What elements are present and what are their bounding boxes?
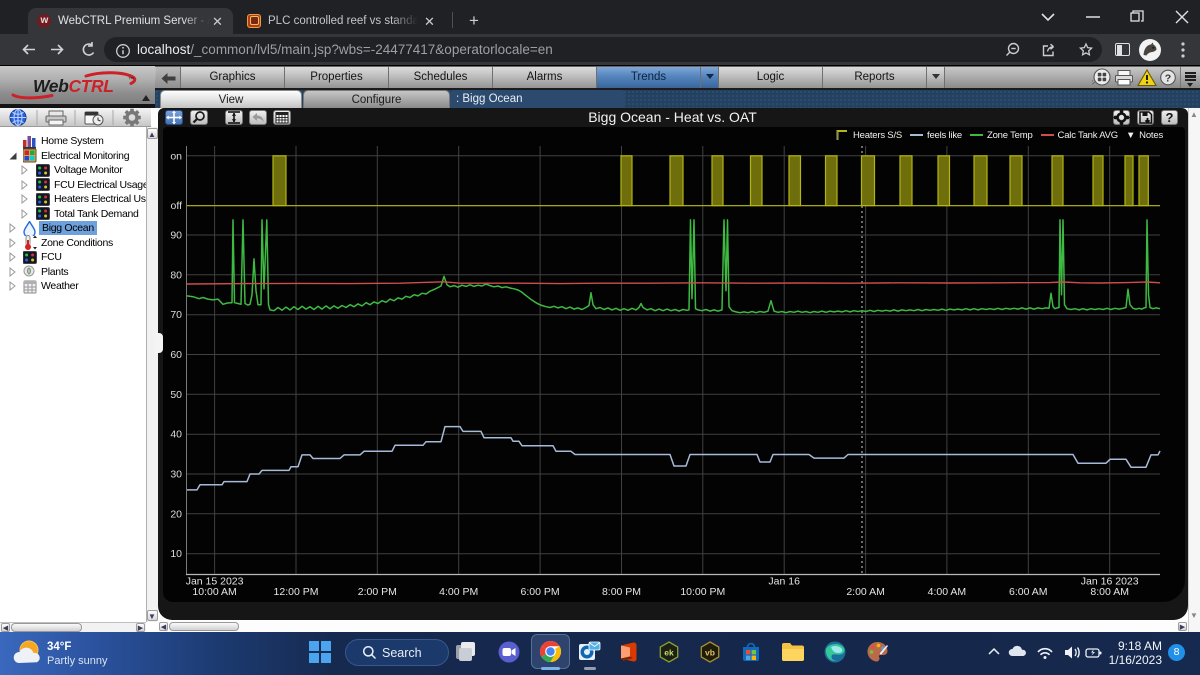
svg-text:on: on — [170, 150, 182, 162]
svg-text:6:00 PM: 6:00 PM — [521, 586, 560, 598]
svg-text:50: 50 — [170, 389, 182, 401]
svg-text:80: 80 — [170, 269, 182, 281]
svg-text:off: off — [171, 200, 183, 212]
svg-text:10:00 AM: 10:00 AM — [192, 586, 236, 598]
svg-text:4:00 PM: 4:00 PM — [439, 586, 478, 598]
svg-text:Jan 15 2023: Jan 15 2023 — [186, 576, 244, 588]
svg-text:ek: ek — [664, 648, 674, 658]
svg-text:2:00 AM: 2:00 AM — [846, 586, 885, 598]
svg-text:40: 40 — [170, 429, 182, 441]
svg-text:20: 20 — [170, 508, 182, 520]
svg-text:10:00 PM: 10:00 PM — [680, 586, 725, 598]
svg-text:6:00 AM: 6:00 AM — [1009, 586, 1048, 598]
svg-text:Jan 16 2023: Jan 16 2023 — [1081, 576, 1139, 588]
svg-text:30: 30 — [170, 469, 182, 481]
svg-text:?: ? — [1165, 73, 1171, 85]
svg-text:10: 10 — [170, 548, 182, 560]
svg-text:Jan 16: Jan 16 — [768, 576, 800, 588]
svg-text:vb: vb — [705, 648, 715, 658]
svg-text:8:00 PM: 8:00 PM — [602, 586, 641, 598]
svg-text:2:00 PM: 2:00 PM — [358, 586, 397, 598]
svg-text:12:00 PM: 12:00 PM — [274, 586, 319, 598]
svg-text:60: 60 — [170, 349, 182, 361]
svg-text:™: ™ — [128, 76, 134, 83]
svg-text:WebCTRL: WebCTRL — [33, 76, 114, 96]
svg-text:4:00 AM: 4:00 AM — [928, 586, 967, 598]
svg-text:70: 70 — [170, 309, 182, 321]
svg-text:8:00 AM: 8:00 AM — [1090, 586, 1129, 598]
svg-text:90: 90 — [170, 230, 182, 242]
